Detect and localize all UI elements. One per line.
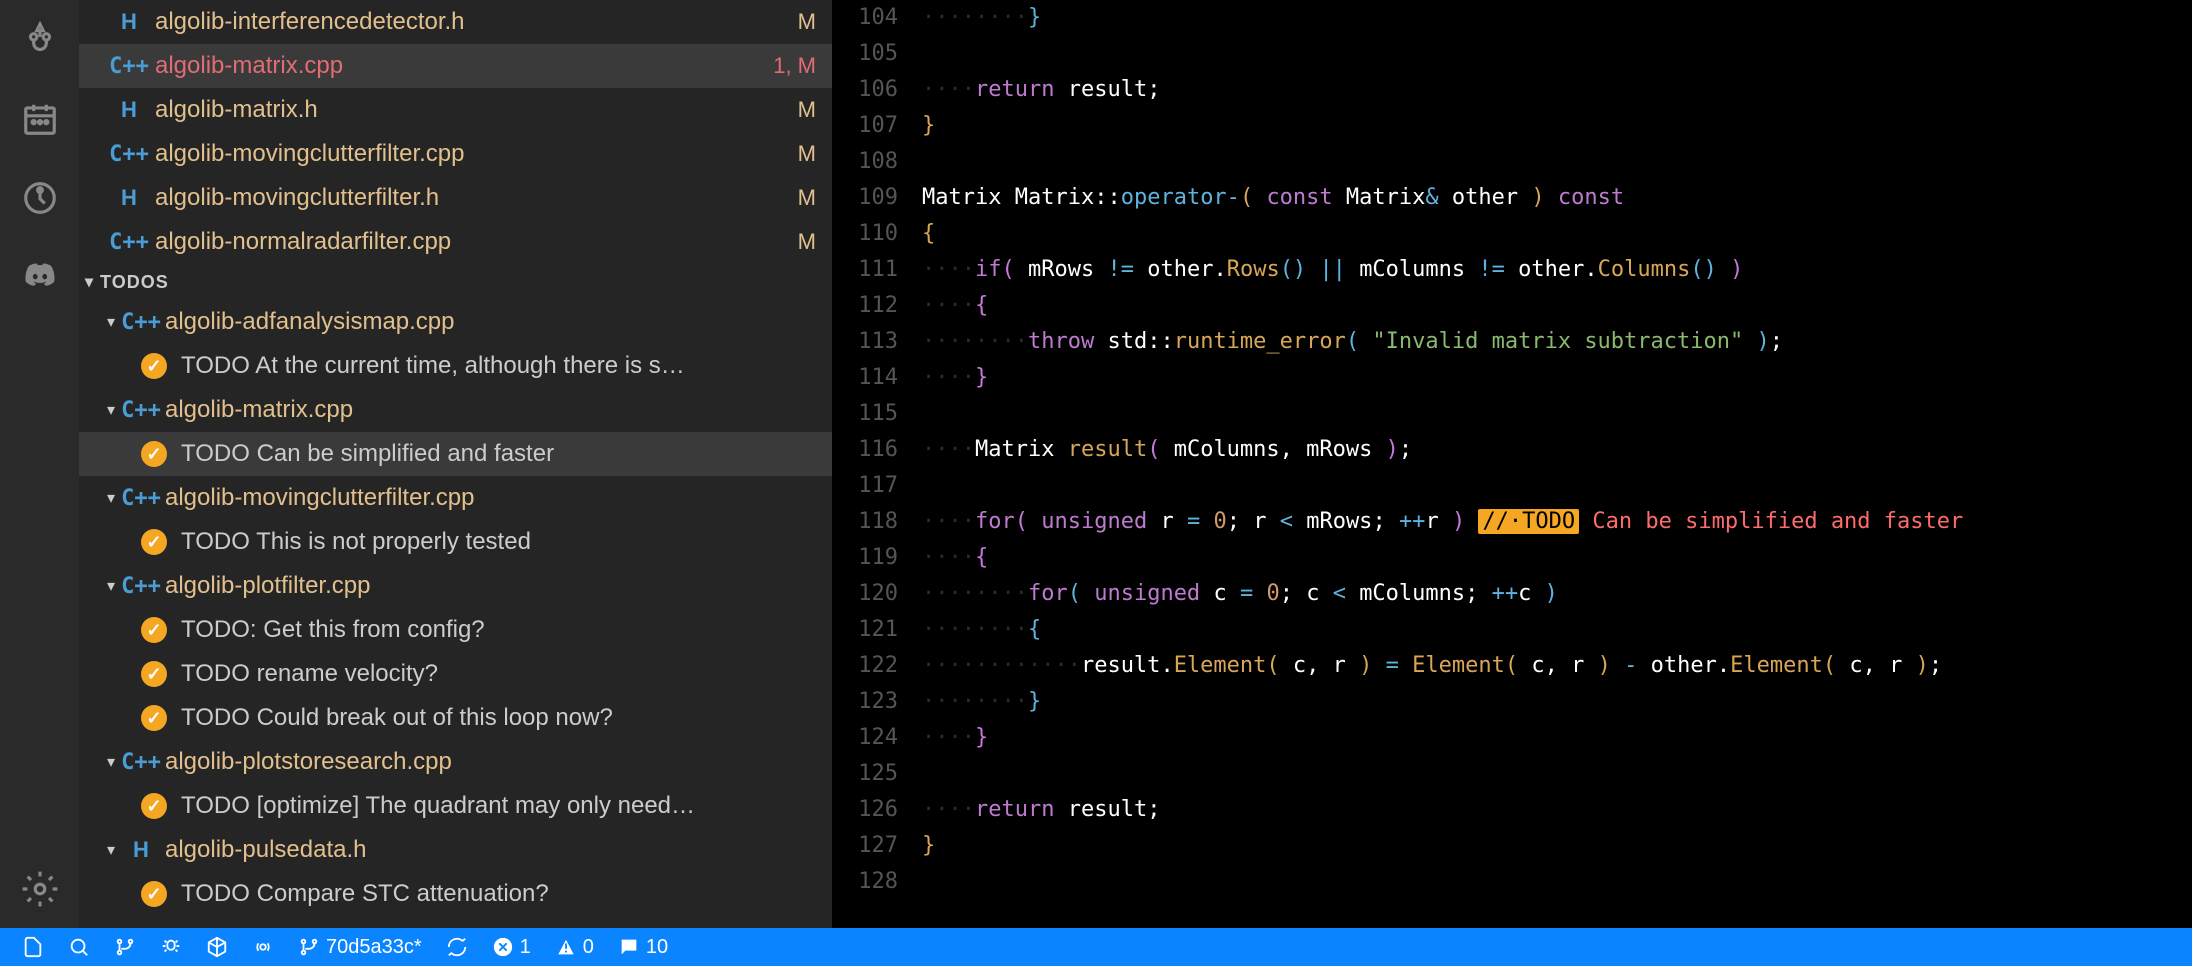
sidebar: Halgolib-interferencedetector.hMC++algol… xyxy=(79,0,832,928)
todo-file-group[interactable]: ▾C++algolib-matrix.cpp xyxy=(79,388,832,432)
file-row[interactable]: C++ algolib-matrix.cpp1, M xyxy=(79,44,832,88)
warning-count: 0 xyxy=(583,936,594,959)
status-comments[interactable]: 10 xyxy=(606,928,680,966)
status-search-icon[interactable] xyxy=(56,928,102,966)
todo-text: TODO At the current time, although there… xyxy=(181,352,685,380)
todo-item[interactable]: TODO rename velocity? xyxy=(79,652,832,696)
calendar-icon[interactable] xyxy=(0,79,79,158)
status-file-icon[interactable] xyxy=(10,928,56,966)
file-row[interactable]: Halgolib-movingclutterfilter.hM xyxy=(79,176,832,220)
todo-group-name: algolib-matrix.cpp xyxy=(165,396,832,424)
todo-item[interactable]: TODO At the current time, although there… xyxy=(79,344,832,388)
status-git-branch[interactable]: 70d5a33c* xyxy=(286,928,434,966)
todo-text: TODO Compare STC attenuation? xyxy=(181,880,549,908)
status-errors[interactable]: 1 xyxy=(480,928,543,966)
todo-file-group[interactable]: ▾C++algolib-movingclutterfilter.cpp xyxy=(79,476,832,520)
section-title: TODOS xyxy=(100,272,169,293)
status-warnings[interactable]: 0 xyxy=(543,928,606,966)
file-name: algolib-matrix.cpp xyxy=(155,52,773,80)
todo-check-icon xyxy=(141,881,167,907)
todo-check-icon xyxy=(141,705,167,731)
todo-item[interactable]: TODO Compare STC attenuation? xyxy=(79,872,832,916)
todo-item[interactable]: TODO: Get this from config? xyxy=(79,608,832,652)
todo-check-icon xyxy=(141,353,167,379)
status-live-icon[interactable] xyxy=(240,928,286,966)
status-bar: 70d5a33c* 1 0 10 xyxy=(0,928,2192,966)
todo-file-group[interactable]: ▾C++algolib-plotfilter.cpp xyxy=(79,564,832,608)
todo-item[interactable]: TODO Could break out of this loop now? xyxy=(79,696,832,740)
cpp-file-icon: C++ xyxy=(115,230,143,255)
branch-name: 70d5a33c* xyxy=(326,936,422,959)
todo-item[interactable]: TODO Can be simplified and faster xyxy=(79,432,832,476)
file-name: algolib-movingclutterfilter.cpp xyxy=(155,140,798,168)
todo-check-icon xyxy=(141,441,167,467)
file-name: algolib-movingclutterfilter.h xyxy=(155,184,798,212)
todo-group-name: algolib-plotfilter.cpp xyxy=(165,572,832,600)
activity-bar xyxy=(0,0,79,928)
file-status: M xyxy=(798,9,816,35)
header-file-icon: H xyxy=(115,9,143,35)
section-header-todos[interactable]: ▾ TODOS xyxy=(79,264,832,300)
todo-text: TODO rename velocity? xyxy=(181,660,438,688)
discord-icon[interactable] xyxy=(0,237,79,316)
cpp-file-icon: C++ xyxy=(127,750,155,775)
todo-file-group[interactable]: ▾C++algolib-plotstoresearch.cpp xyxy=(79,740,832,784)
line-number-gutter: 1041051061071081091101111121131141151161… xyxy=(832,0,922,928)
todo-group-name: algolib-adfanalysismap.cpp xyxy=(165,308,832,336)
file-status: M xyxy=(798,185,816,211)
todo-text: TODO [optimize] The quadrant may only ne… xyxy=(181,792,695,820)
file-row[interactable]: Halgolib-interferencedetector.hM xyxy=(79,0,832,44)
file-status: M xyxy=(798,229,816,255)
chevron-down-icon: ▾ xyxy=(107,840,127,860)
todo-text: TODO Could break out of this loop now? xyxy=(181,704,613,732)
cpp-file-icon: C++ xyxy=(127,574,155,599)
git-graph-icon[interactable] xyxy=(0,158,79,237)
code-content[interactable]: ········} ····return result;} Matrix Mat… xyxy=(922,0,2192,928)
file-row[interactable]: C++ algolib-movingclutterfilter.cppM xyxy=(79,132,832,176)
error-count: 1 xyxy=(520,936,531,959)
header-file-icon: H xyxy=(115,97,143,123)
file-status: M xyxy=(798,97,816,123)
cpp-file-icon: C++ xyxy=(127,486,155,511)
todo-group-name: algolib-plotstoresearch.cpp xyxy=(165,748,832,776)
todo-check-icon xyxy=(141,793,167,819)
source-control-icon[interactable] xyxy=(0,0,79,79)
chevron-down-icon: ▾ xyxy=(85,272,94,292)
code-editor[interactable]: 1041051061071081091101111121131141151161… xyxy=(832,0,2192,928)
status-debug-icon[interactable] xyxy=(148,928,194,966)
todo-text: TODO: Get this from config? xyxy=(181,616,485,644)
todo-text: TODO Can be simplified and faster xyxy=(181,440,554,468)
cpp-file-icon: C++ xyxy=(115,142,143,167)
cpp-file-icon: C++ xyxy=(127,310,155,335)
file-status: M xyxy=(798,141,816,167)
cpp-file-icon: C++ xyxy=(115,54,143,79)
todo-file-group[interactable]: ▾Halgolib-pulsedata.h xyxy=(79,828,832,872)
file-row[interactable]: C++ algolib-normalradarfilter.cppM xyxy=(79,220,832,264)
cpp-file-icon: C++ xyxy=(127,398,155,423)
file-row[interactable]: Halgolib-matrix.hM xyxy=(79,88,832,132)
file-status: 1, M xyxy=(773,53,816,79)
status-branch-icon[interactable] xyxy=(102,928,148,966)
todo-item[interactable]: TODO This is not properly tested xyxy=(79,520,832,564)
file-name: algolib-matrix.h xyxy=(155,96,798,124)
todo-file-group[interactable]: ▾C++algolib-adfanalysismap.cpp xyxy=(79,300,832,344)
comment-count: 10 xyxy=(646,936,668,959)
file-name: algolib-normalradarfilter.cpp xyxy=(155,228,798,256)
status-package-icon[interactable] xyxy=(194,928,240,966)
todo-check-icon xyxy=(141,661,167,687)
header-file-icon: H xyxy=(115,185,143,211)
todo-text: TODO This is not properly tested xyxy=(181,528,531,556)
settings-icon[interactable] xyxy=(0,849,79,928)
todo-group-name: algolib-pulsedata.h xyxy=(165,836,832,864)
file-name: algolib-interferencedetector.h xyxy=(155,8,798,36)
todo-check-icon xyxy=(141,529,167,555)
status-sync-icon[interactable] xyxy=(434,928,480,966)
todo-item[interactable]: TODO [optimize] The quadrant may only ne… xyxy=(79,784,832,828)
todo-group-name: algolib-movingclutterfilter.cpp xyxy=(165,484,832,512)
header-file-icon: H xyxy=(127,837,155,863)
todo-check-icon xyxy=(141,617,167,643)
